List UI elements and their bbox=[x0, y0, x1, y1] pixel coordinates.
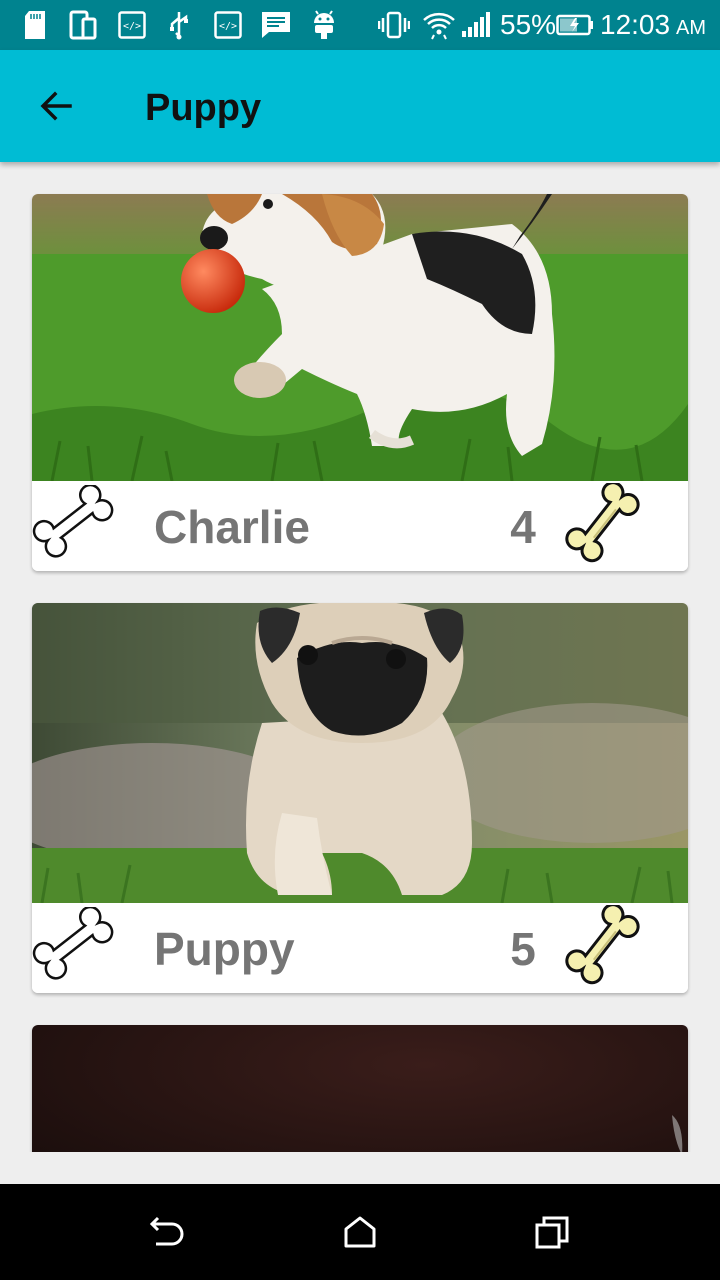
status-ampm: AM bbox=[676, 17, 706, 39]
puppy-name: Puppy bbox=[154, 923, 295, 975]
navigation-bar bbox=[0, 1184, 720, 1280]
puppy-card[interactable]: Charlie 4 bbox=[32, 194, 688, 571]
wifi-icon bbox=[422, 9, 456, 41]
svg-text:</>: </> bbox=[123, 21, 141, 32]
nav-home-button[interactable] bbox=[336, 1208, 384, 1256]
code-icon: </> bbox=[118, 9, 146, 41]
status-bar: </> </> 55% 12:03 AM bbox=[0, 0, 720, 50]
usb-icon bbox=[166, 9, 192, 41]
svg-text:</>: </> bbox=[219, 21, 237, 32]
signal-icon bbox=[460, 9, 492, 41]
bone-count: 4 bbox=[510, 501, 536, 553]
bone-count: 5 bbox=[510, 923, 536, 975]
vibrate-icon bbox=[378, 9, 410, 41]
device-icon bbox=[68, 9, 98, 41]
home-icon bbox=[344, 1216, 376, 1248]
sd-card-icon bbox=[22, 9, 48, 41]
app-bar: Puppy bbox=[0, 50, 720, 162]
back-button[interactable] bbox=[26, 74, 86, 138]
puppy-card-footer: Puppy 5 bbox=[32, 903, 688, 993]
message-icon bbox=[260, 9, 292, 41]
bone-filled-icon[interactable] bbox=[564, 905, 652, 991]
puppy-list[interactable]: Charlie 4 Puppy 5 bbox=[0, 162, 720, 1152]
beagle-puppy-photo[interactable] bbox=[32, 194, 688, 481]
back-icon bbox=[149, 1216, 184, 1246]
nav-back-button[interactable] bbox=[144, 1208, 192, 1256]
recents-icon bbox=[535, 1216, 569, 1249]
battery-charging-icon bbox=[556, 9, 594, 41]
puppy-card[interactable]: Puppy 5 bbox=[32, 603, 688, 993]
status-time: 12:03 bbox=[600, 9, 671, 40]
nav-recents-button[interactable] bbox=[528, 1208, 576, 1256]
pug-puppy-photo[interactable] bbox=[32, 603, 688, 903]
bone-outline-icon[interactable] bbox=[32, 907, 124, 991]
bone-outline-icon[interactable] bbox=[32, 485, 124, 569]
puppy-card[interactable] bbox=[32, 1025, 688, 1152]
code-icon: </> bbox=[214, 9, 242, 41]
dark-puppy-photo[interactable] bbox=[32, 1025, 688, 1152]
puppy-name: Charlie bbox=[154, 501, 310, 553]
bone-filled-icon[interactable] bbox=[564, 483, 652, 569]
battery-percent: 55% bbox=[500, 9, 557, 40]
android-icon bbox=[310, 9, 338, 41]
page-title: Puppy bbox=[145, 87, 262, 129]
puppy-card-footer: Charlie 4 bbox=[32, 481, 688, 571]
arrow-back-icon bbox=[40, 91, 72, 121]
